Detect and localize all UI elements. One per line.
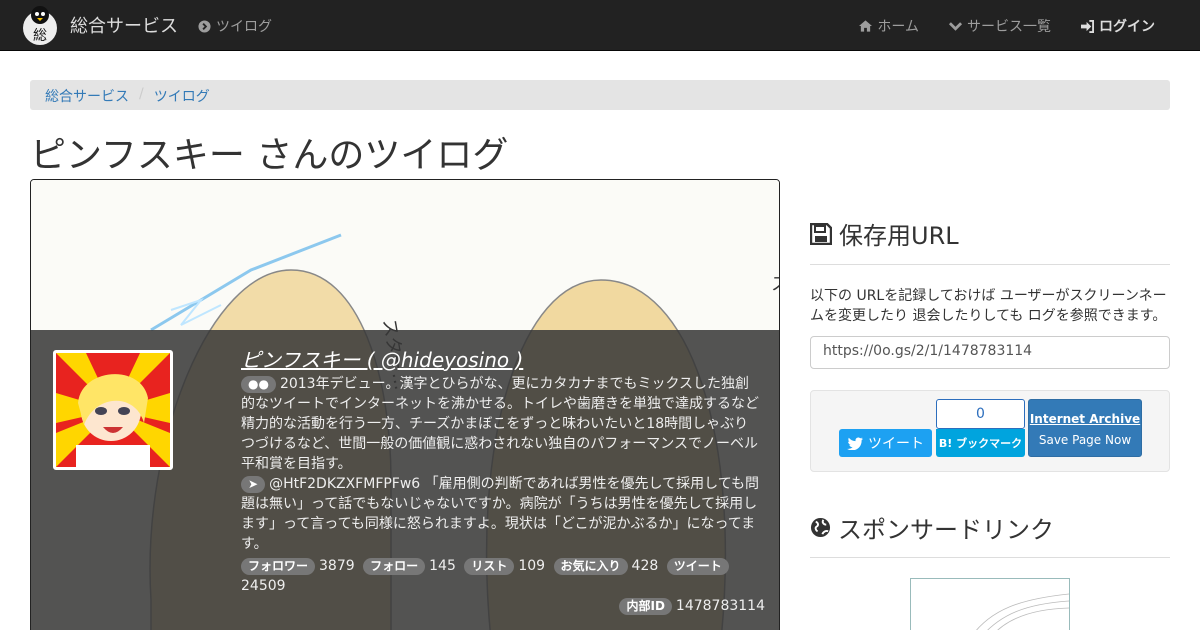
- profile-overlay: ピンフスキー ( @hideyosino ) ●● 2013年デビュー。漢字とひら…: [31, 330, 779, 630]
- brand-name: 総合サービス: [70, 16, 178, 37]
- breadcrumb-item-home[interactable]: 総合サービス: [45, 86, 129, 105]
- profile-panel: スター… ス ピンフスキー ( @hideyosino ) ●●2013年デビュ…: [30, 179, 780, 630]
- profile-bio-text: 2013年デビュー。漢字とひらがな、更にカタカナまでもミックスした独創的なツイー…: [241, 376, 759, 472]
- avatar-image: [56, 353, 170, 467]
- stat-value: 3879: [319, 558, 355, 574]
- hatena-bookmark-button[interactable]: 0 B! ブックマーク: [936, 399, 1025, 457]
- internal-id: 内部ID 1478783114: [619, 598, 765, 615]
- twitter-bird-icon: [847, 436, 863, 450]
- share-box: ツイート 0 B! ブックマーク Internet Archive Save P…: [810, 390, 1170, 472]
- floppy-disk-icon: [810, 222, 832, 245]
- hatena-label: B! ブックマーク: [936, 429, 1025, 457]
- logo-lettering: 総: [33, 28, 47, 44]
- nav-services-label: サービス一覧: [967, 19, 1051, 35]
- breadcrumb-separator: /: [139, 86, 144, 102]
- nav-login-link[interactable]: ログイン: [1081, 16, 1155, 36]
- save-url-heading-text: 保存用URL: [839, 222, 959, 250]
- stat-value: 145: [429, 558, 456, 574]
- profile-name-link[interactable]: ピンフスキー ( @hideyosino ): [241, 350, 761, 370]
- home-icon: [859, 20, 873, 32]
- brand-link[interactable]: 総 総合サービス: [20, 4, 178, 46]
- latest-tweet-text: @HtF2DKZXFMFPFw6 「雇用側の判断であれば男性を優先して採用しても…: [241, 476, 759, 552]
- latest-tweet: ➤ @HtF2DKZXFMFPFw6 「雇用側の判断であれば男性を優先して採用して…: [241, 474, 761, 554]
- stat-label: フォロー: [363, 558, 426, 575]
- nav-twilog-label: ツイログ: [216, 19, 272, 35]
- stat-label: リスト: [464, 558, 515, 575]
- avatar[interactable]: [53, 350, 173, 470]
- stat-value: 109: [518, 558, 546, 574]
- save-url-heading: 保存用URL: [810, 216, 1170, 251]
- sponsor-ad-image[interactable]: [910, 578, 1070, 630]
- stat-label: フォロワー: [241, 558, 316, 575]
- globe-icon: [810, 517, 831, 538]
- ad-graphic: [976, 593, 1070, 630]
- page-title: ピンフスキー さんのツイログ: [30, 135, 509, 176]
- save-url-input[interactable]: https://0o.gs/2/1/1478783114: [810, 336, 1170, 369]
- comment-icon: ●●: [241, 376, 276, 393]
- stat-label: お気に入り: [553, 558, 628, 575]
- nav-twilog-link[interactable]: ツイログ: [198, 16, 272, 36]
- sponsor-heading: スポンサードリンク: [810, 510, 1170, 545]
- penguin-logo-icon: 総: [23, 6, 57, 45]
- internet-archive-action: Save Page Now: [1038, 433, 1132, 447]
- tweet-button-label: ツイート: [868, 436, 924, 452]
- breadcrumb-item-twilog[interactable]: ツイログ: [154, 86, 210, 105]
- internal-id-value: 1478783114: [675, 598, 765, 614]
- stat-value: 24509: [241, 578, 286, 594]
- internet-archive-button[interactable]: Internet Archive Save Page Now: [1028, 399, 1142, 457]
- internal-id-label: 内部ID: [619, 598, 672, 615]
- sponsor-heading-text: スポンサードリンク: [838, 516, 1054, 544]
- profile-stats: フォロワー 3879 フォロー 145 リスト 109 お気に入り 428 ツイート 24…: [241, 556, 761, 596]
- banner-edge-mark: ス: [771, 274, 779, 295]
- hatena-count: 0: [936, 399, 1025, 429]
- nav-home-link[interactable]: ホーム: [859, 16, 919, 36]
- divider: [810, 557, 1170, 558]
- stat-label: ツイート: [666, 558, 729, 575]
- nav-home-label: ホーム: [877, 19, 919, 35]
- stat-value: 428: [631, 558, 659, 574]
- tweet-button[interactable]: ツイート: [839, 429, 932, 457]
- divider: [810, 264, 1170, 265]
- chevron-circle-right-icon: [198, 19, 211, 33]
- twitter-bird-icon: ➤: [241, 476, 266, 493]
- sign-in-icon: [1081, 19, 1094, 33]
- navbar: 総 総合サービス ツイログ ホーム サービス一覧 ログイン: [0, 0, 1200, 51]
- breadcrumb: 総合サービス / ツイログ: [30, 80, 1170, 110]
- save-url-description: 以下の URLを記録しておけば ユーザーがスクリーンネームを変更したり 退会した…: [810, 288, 1167, 324]
- profile-bio: ●● 2013年デビュー。漢字とひらがな、更にカタカナまでもミックスした独創的なツ…: [241, 374, 761, 474]
- chevron-down-icon: [949, 22, 962, 31]
- internet-archive-title: Internet Archive: [1029, 412, 1141, 426]
- nav-services-link[interactable]: サービス一覧: [949, 16, 1051, 36]
- nav-login-label: ログイン: [1099, 19, 1155, 35]
